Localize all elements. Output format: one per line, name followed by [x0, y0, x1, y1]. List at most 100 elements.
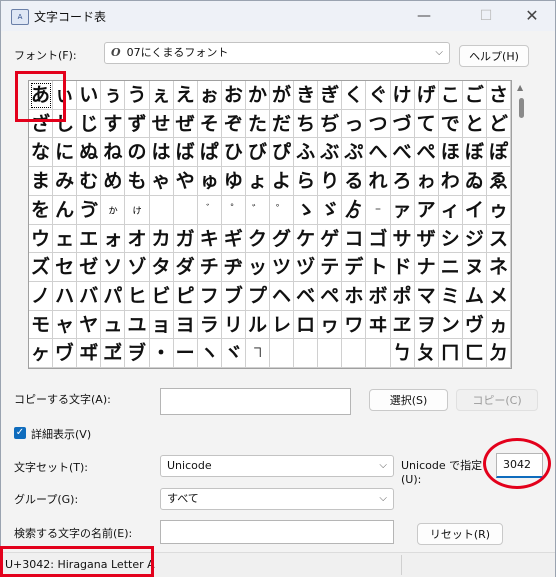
search-input[interactable]	[160, 520, 394, 544]
char-cell[interactable]: ヌ	[462, 253, 487, 282]
char-cell[interactable]: ザ	[414, 224, 439, 254]
char-cell[interactable]: ㄈ	[462, 339, 487, 368]
char-cell[interactable]: め	[101, 167, 126, 196]
char-cell[interactable]: ヱ	[390, 310, 415, 340]
char-cell[interactable]: ス	[486, 224, 511, 254]
char-cell[interactable]: ル	[245, 310, 270, 340]
char-cell[interactable]: べ	[390, 138, 415, 168]
char-cell[interactable]: ら	[294, 167, 319, 196]
char-cell[interactable]: ぎ	[318, 81, 343, 110]
char-cell[interactable]: げ	[414, 81, 439, 110]
char-cell[interactable]: ド	[390, 253, 415, 282]
char-cell[interactable]: デ	[342, 253, 367, 282]
char-cell[interactable]: ぴ	[270, 138, 295, 168]
char-cell[interactable]: ゞ	[318, 195, 343, 225]
char-cell[interactable]: い	[77, 81, 102, 110]
char-cell[interactable]: ト	[366, 253, 391, 282]
char-cell[interactable]: ふ	[294, 138, 319, 168]
char-cell[interactable]	[149, 195, 174, 225]
char-cell[interactable]: ズ	[29, 253, 54, 282]
char-cell[interactable]: セ	[53, 253, 78, 282]
char-cell[interactable]: エ	[77, 224, 102, 254]
char-cell[interactable]: ゃ	[149, 167, 174, 196]
char-cell[interactable]: が	[270, 81, 295, 110]
char-cell[interactable]: ギ	[221, 224, 246, 254]
char-cell[interactable]: じ	[77, 109, 102, 139]
copy-button[interactable]: コピー(C)	[456, 389, 538, 411]
char-cell[interactable]: ウ	[29, 224, 54, 254]
char-cell[interactable]: ヰ	[366, 310, 391, 340]
char-cell[interactable]	[173, 195, 198, 225]
character-grid[interactable]: あぃいぅうぇえぉおかがきぎくぐけげこごさざしじすずせぜそぞただちぢっつづてでとど…	[28, 80, 512, 369]
char-cell[interactable]: ィ	[438, 195, 463, 225]
charset-select[interactable]: Unicode ⌵	[160, 455, 394, 477]
char-cell[interactable]: プ	[245, 281, 270, 311]
char-cell[interactable]: ぱ	[197, 138, 222, 168]
char-cell[interactable]: ゑ	[486, 167, 511, 196]
char-cell[interactable]: ・	[149, 339, 174, 368]
char-cell[interactable]: ヴ	[462, 310, 487, 340]
char-cell[interactable]: ロ	[294, 310, 319, 340]
char-cell[interactable]: ォ	[101, 224, 126, 254]
char-cell[interactable]: ず	[125, 109, 150, 139]
char-cell[interactable]: ビ	[149, 281, 174, 311]
maximize-button[interactable]: ☐	[463, 1, 509, 31]
char-cell[interactable]: で	[438, 109, 463, 139]
char-cell[interactable]: て	[414, 109, 439, 139]
char-cell[interactable]: ょ	[245, 167, 270, 196]
char-cell[interactable]: ゲ	[318, 224, 343, 254]
char-cell[interactable]: ー	[173, 339, 198, 368]
char-cell[interactable]: は	[149, 138, 174, 168]
char-cell[interactable]: リ	[221, 310, 246, 340]
char-cell[interactable]: ネ	[486, 253, 511, 282]
char-cell[interactable]: す	[101, 109, 126, 139]
char-cell[interactable]: ハ	[53, 281, 78, 311]
char-cell[interactable]: ヸ	[77, 339, 102, 368]
char-cell[interactable]: ぢ	[318, 109, 343, 139]
char-cell[interactable]: ゝ	[294, 195, 319, 225]
char-cell[interactable]: ム	[462, 281, 487, 311]
char-cell[interactable]: む	[77, 167, 102, 196]
char-cell[interactable]: ㄅ	[390, 339, 415, 368]
char-cell[interactable]: ホ	[342, 281, 367, 311]
char-cell[interactable]: レ	[270, 310, 295, 340]
char-cell[interactable]: ワ	[342, 310, 367, 340]
char-cell[interactable]: お	[221, 81, 246, 110]
char-cell[interactable]: よ	[270, 167, 295, 196]
char-cell[interactable]: ヵ	[486, 310, 511, 340]
char-cell[interactable]: ヅ	[294, 253, 319, 282]
char-cell[interactable]: ろ	[390, 167, 415, 196]
char-cell[interactable]: ジ	[462, 224, 487, 254]
char-cell[interactable]: ㄉ	[486, 339, 511, 368]
char-cell[interactable]: ペ	[318, 281, 343, 311]
char-cell[interactable]: タ	[149, 253, 174, 282]
char-cell[interactable]: チ	[197, 253, 222, 282]
char-cell[interactable]: ゟ	[342, 195, 367, 225]
char-cell[interactable]: ね	[101, 138, 126, 168]
char-cell[interactable]: ヽ	[197, 339, 222, 368]
char-cell[interactable]: ぼ	[462, 138, 487, 168]
char-cell[interactable]: ヲ	[414, 310, 439, 340]
char-cell[interactable]: ゠	[366, 195, 391, 225]
char-cell[interactable]	[294, 339, 319, 368]
char-cell[interactable]: ン	[438, 310, 463, 340]
scroll-up-arrow-icon[interactable]: ▲	[517, 83, 523, 92]
char-cell[interactable]: ツ	[270, 253, 295, 282]
char-cell[interactable]	[342, 339, 367, 368]
char-cell[interactable]: ㄆ	[414, 339, 439, 368]
char-cell[interactable]: ゔ	[77, 195, 102, 225]
help-button[interactable]: ヘルプ(H)	[459, 45, 529, 67]
char-cell[interactable]: び	[245, 138, 270, 168]
char-cell[interactable]: ヤ	[77, 310, 102, 340]
char-cell[interactable]: ヶ	[29, 339, 54, 368]
char-cell[interactable]: キ	[197, 224, 222, 254]
char-cell[interactable]: を	[29, 195, 54, 225]
char-cell[interactable]	[366, 339, 391, 368]
char-cell[interactable]: ェ	[53, 224, 78, 254]
char-cell[interactable]: ボ	[366, 281, 391, 311]
char-cell[interactable]: ヒ	[125, 281, 150, 311]
char-cell[interactable]: き	[294, 81, 319, 110]
char-cell[interactable]: ぜ	[173, 109, 198, 139]
char-cell[interactable]: ん	[53, 195, 78, 225]
char-cell[interactable]: っ	[342, 109, 367, 139]
